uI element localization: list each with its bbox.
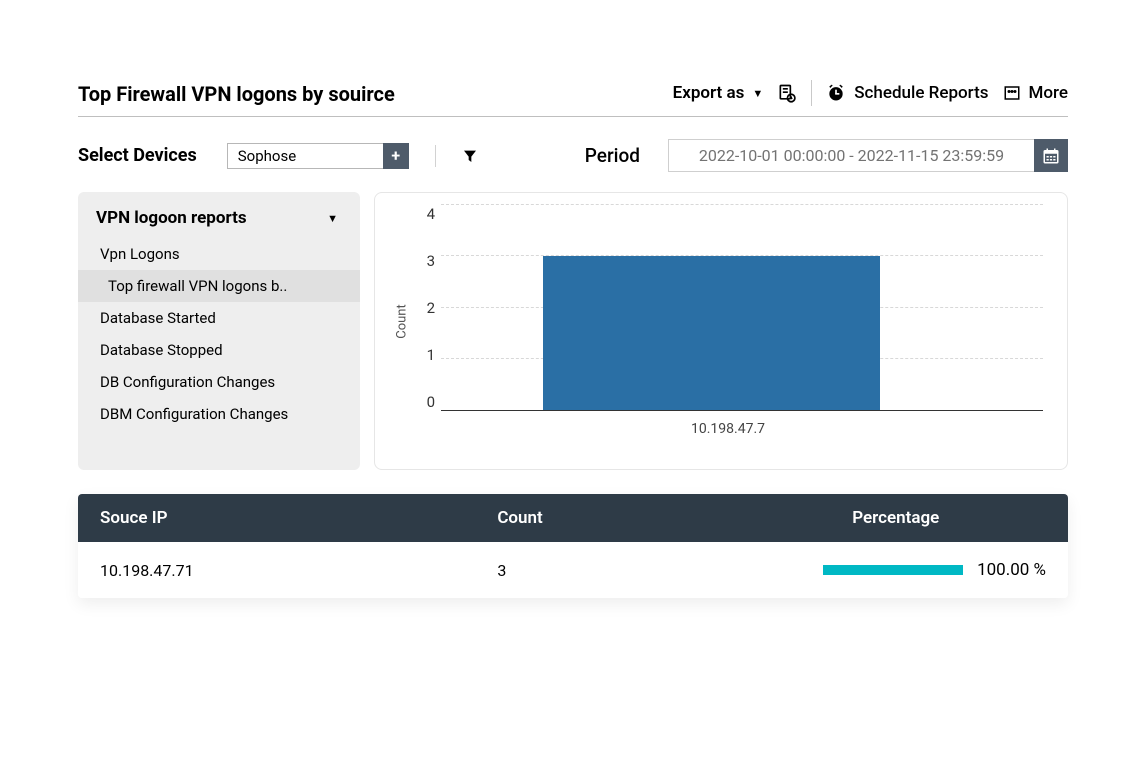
export-as-dropdown[interactable]: Export as ▼	[673, 83, 764, 103]
percentage-bar	[823, 565, 963, 575]
alarm-clock-icon	[826, 83, 846, 103]
caret-down-icon: ▼	[752, 88, 763, 99]
ytick: 3	[427, 252, 435, 270]
report-sidebar: VPN logoon reports ▼ Vpn Logons Top fire…	[78, 192, 360, 470]
device-select-group: Sophose +	[227, 143, 409, 169]
chart-y-label: Count	[395, 304, 410, 338]
filter-button[interactable]	[462, 148, 478, 164]
calendar-button[interactable]	[1034, 139, 1068, 172]
cell-source-ip: 10.198.47.71	[100, 561, 497, 580]
caret-down-icon: ▼	[327, 213, 338, 224]
schedule-reports-button[interactable]: Schedule Reports	[826, 83, 988, 103]
period-input[interactable]: 2022-10-01 00:00:00 - 2022-11-15 23:59:5…	[668, 139, 1034, 172]
chart-bar	[543, 256, 880, 410]
col-header-source-ip: Souce IP	[100, 508, 497, 528]
ytick: 4	[427, 205, 435, 223]
cell-percentage: 100.00 %	[762, 560, 1046, 580]
table-row[interactable]: 10.198.47.71 3 100.00 %	[78, 542, 1068, 598]
ytick: 1	[427, 346, 435, 364]
controls-row: Select Devices Sophose + Period 2022-10-…	[78, 139, 1068, 172]
ytick: 2	[427, 299, 435, 317]
bar-chart: 4 3 2 1 0	[413, 205, 1043, 411]
sidebar-item-db-config-changes[interactable]: DB Configuration Changes	[78, 366, 360, 398]
period-label: Period	[585, 144, 640, 167]
calendar-icon	[1042, 147, 1060, 165]
sidebar-group-title: VPN logoon reports	[96, 208, 247, 228]
add-device-button[interactable]: +	[383, 143, 409, 169]
chart-panel: Count 4 3 2 1 0	[374, 192, 1068, 470]
col-header-count: Count	[497, 508, 762, 528]
sidebar-item-vpn-logons[interactable]: Vpn Logons	[78, 238, 360, 270]
divider	[435, 145, 436, 167]
sidebar-group-header[interactable]: VPN logoon reports ▼	[78, 204, 360, 238]
cell-count: 3	[497, 561, 762, 580]
header-actions: Export as ▼	[673, 80, 1068, 106]
sidebar-item-database-stopped[interactable]: Database Stopped	[78, 334, 360, 366]
more-menu-icon	[1003, 84, 1021, 102]
divider	[811, 80, 812, 106]
percentage-text: 100.00 %	[977, 560, 1046, 580]
schedule-history-icon[interactable]	[777, 83, 797, 103]
device-select[interactable]: Sophose	[227, 143, 383, 169]
ytick: 0	[427, 393, 435, 411]
more-label: More	[1029, 83, 1068, 103]
col-header-percentage: Percentage	[762, 508, 1046, 528]
sidebar-item-top-firewall-vpn-logons[interactable]: Top firewall VPN logons b..	[78, 270, 360, 302]
xtick: 10.198.47.7	[691, 421, 765, 437]
more-button[interactable]: More	[1003, 83, 1068, 103]
data-table: Souce IP Count Percentage 10.198.47.71 3…	[78, 494, 1068, 598]
table-header: Souce IP Count Percentage	[78, 494, 1068, 542]
export-as-label: Export as	[673, 83, 745, 103]
sidebar-item-dbm-config-changes[interactable]: DBM Configuration Changes	[78, 398, 360, 430]
chart-y-ticks: 4 3 2 1 0	[413, 205, 441, 411]
plus-icon: +	[391, 146, 400, 165]
period-input-group: 2022-10-01 00:00:00 - 2022-11-15 23:59:5…	[668, 139, 1068, 172]
page-header: Top Firewall VPN logons by souirce Expor…	[78, 80, 1068, 117]
sidebar-item-database-started[interactable]: Database Started	[78, 302, 360, 334]
select-devices-label: Select Devices	[78, 145, 197, 166]
page-title: Top Firewall VPN logons by souirce	[78, 82, 395, 106]
chart-x-axis: 10.198.47.7	[413, 411, 1043, 437]
schedule-reports-label: Schedule Reports	[854, 83, 988, 103]
